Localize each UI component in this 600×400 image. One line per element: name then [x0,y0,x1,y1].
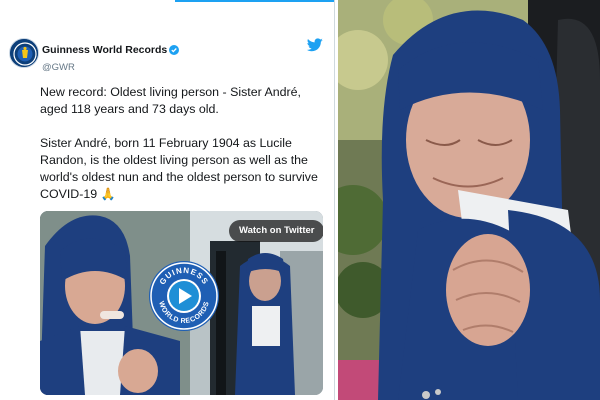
gwr-logo-icon[interactable] [9,38,39,68]
tweet-paragraph-2: Sister André, born 11 February 1904 as L… [40,135,324,203]
verified-badge-icon [169,44,180,55]
account-names: Guinness World Records @GWR [42,41,180,73]
tweet-body: New record: Oldest living person - Siste… [40,84,324,203]
tweet-card[interactable]: Guinness World Records @GWR New record: … [0,0,335,400]
folded-hands-icon: 🙏 [100,187,116,201]
tweet-paragraph-1: New record: Oldest living person - Siste… [40,85,302,116]
top-accent-bar [175,0,334,2]
play-icon[interactable] [165,277,203,315]
tweet-paragraph-2-text: Sister André, born 11 February 1904 as L… [40,136,318,201]
account-handle[interactable]: @GWR [42,62,179,73]
twitter-bird-icon[interactable] [307,38,323,52]
praying-nun-photo [338,0,600,400]
account-display-name[interactable]: Guinness World Records [42,44,167,56]
watch-on-twitter-button[interactable]: Watch on Twitter [229,220,323,242]
tweet-video[interactable]: GUINNESS WORLD RECORDS Watch on Twitter [40,211,323,395]
tweet-header: Guinness World Records @GWR [9,38,329,74]
